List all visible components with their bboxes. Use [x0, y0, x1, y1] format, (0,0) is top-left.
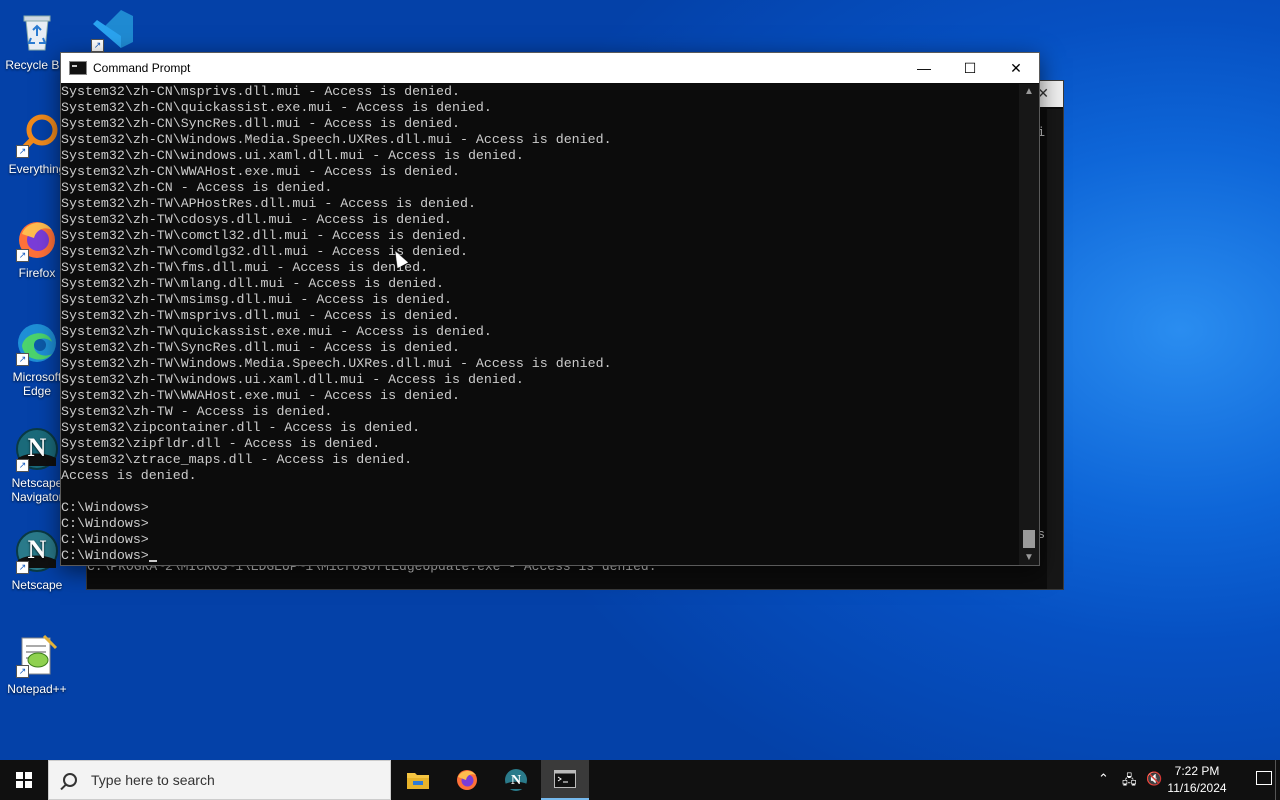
console-line: Access is denied. [61, 468, 197, 483]
console-line: System32\zh-TW\SyncRes.dll.mui - Access … [61, 340, 460, 355]
desktop-icon-vscode[interactable]: ↗ [86, 6, 138, 56]
console-output[interactable]: System32\zh-CN\msprivs.dll.mui - Access … [61, 84, 1019, 565]
scroll-up-icon[interactable]: ▲ [1019, 86, 1039, 97]
clock-date: 11/16/2024 [1167, 781, 1227, 795]
everything-icon: ↗ [14, 112, 60, 158]
search-icon [63, 773, 77, 787]
taskbar-search-box[interactable]: Type here to search [48, 760, 391, 800]
console-line: System32\zh-TW\msimsg.dll.mui - Access i… [61, 292, 452, 307]
vertical-scrollbar[interactable]: ▲ ▼ [1019, 84, 1039, 565]
close-button[interactable]: ✕ [993, 53, 1039, 83]
scrollbar-thumb[interactable] [1023, 530, 1035, 548]
shortcut-arrow-icon: ↗ [16, 561, 29, 574]
console-line: System32\zh-TW\comctl32.dll.mui - Access… [61, 228, 468, 243]
taskbar-firefox[interactable] [443, 760, 491, 800]
console-line: System32\zipcontainer.dll - Access is de… [61, 420, 421, 435]
maximize-button[interactable]: ☐ [947, 53, 993, 83]
netscape-icon: N ↗ [14, 426, 60, 472]
console-line: System32\zh-TW\quickassist.exe.mui - Acc… [61, 324, 492, 339]
desktop-icon-label: Netscape Navigator [11, 476, 63, 504]
windows-logo-icon [16, 772, 32, 788]
shortcut-arrow-icon: ↗ [16, 665, 29, 678]
svg-text:N: N [511, 773, 521, 788]
network-icon[interactable]: 🖧 [1122, 771, 1137, 793]
console-line: System32\zh-CN\windows.ui.xaml.dll.mui -… [61, 148, 524, 163]
console-line: System32\zh-TW\msprivs.dll.mui - Access … [61, 308, 460, 323]
console-line: C:\Windows> [61, 532, 149, 547]
show-desktop-button[interactable] [1275, 760, 1280, 800]
vscode-icon: ↗ [89, 6, 135, 52]
console-line: System32\zh-CN\SyncRes.dll.mui - Access … [61, 116, 460, 131]
notepad-plus-plus-icon: ↗ [14, 632, 60, 678]
taskbar: Type here to search N ⌃ 🖧 🔇 7:22 PM 11/1… [0, 760, 1280, 800]
clock[interactable]: 7:22 PM 11/16/2024 [1162, 763, 1232, 797]
taskbar-command-prompt[interactable] [541, 760, 589, 800]
system-tray: ⌃ 🖧 🔇 7:22 PM 11/16/2024 [1090, 760, 1280, 800]
window-titlebar[interactable]: Command Prompt — ☐ ✕ [61, 53, 1039, 83]
volume-muted-icon[interactable]: 🔇 [1146, 771, 1162, 787]
shortcut-arrow-icon: ↗ [16, 459, 29, 472]
console-line: System32\zh-TW\windows.ui.xaml.dll.mui -… [61, 372, 524, 387]
console-line: C:\Windows> [61, 548, 1019, 564]
desktop-icon-label: Firefox [18, 266, 56, 280]
console-line: System32\zh-TW\fms.dll.mui - Access is d… [61, 260, 429, 275]
console-line: System32\zh-TW\WWAHost.exe.mui - Access … [61, 388, 460, 403]
window-title: Command Prompt [93, 61, 191, 75]
command-prompt-icon [69, 61, 87, 75]
recycle-bin-icon [14, 8, 60, 54]
notification-icon[interactable] [1256, 771, 1272, 785]
text-cursor [148, 560, 157, 562]
firefox-icon: ↗ [14, 216, 60, 262]
svg-text:N: N [28, 535, 47, 564]
console-line: System32\zh-TW\comdlg32.dll.mui - Access… [61, 244, 468, 259]
console-line: System32\ztrace_maps.dll - Access is den… [61, 452, 413, 467]
scroll-down-icon[interactable]: ▼ [1019, 552, 1039, 563]
console-line: C:\Windows> [61, 516, 149, 531]
console-line: System32\zh-CN\msprivs.dll.mui - Access … [61, 84, 460, 99]
shortcut-arrow-icon: ↗ [16, 353, 29, 366]
netscape-icon: N [505, 769, 527, 791]
background-window-scrollbar[interactable] [1047, 109, 1063, 589]
svg-text:N: N [28, 433, 47, 462]
start-button[interactable] [0, 760, 48, 800]
desktop-icon-label: Everything [8, 162, 66, 176]
desktop-icon-notepad-plus-plus[interactable]: ↗ Notepad++ [4, 632, 70, 696]
console-line: System32\zh-TW\cdosys.dll.mui - Access i… [61, 212, 452, 227]
console-line: System32\zh-TW\Windows.Media.Speech.UXRe… [61, 356, 612, 371]
desktop-icon-label: Notepad++ [7, 682, 67, 696]
clock-time: 7:22 PM [1174, 764, 1220, 778]
console-line: System32\zh-CN\Windows.Media.Speech.UXRe… [61, 132, 612, 147]
console-line: System32\zh-CN\quickassist.exe.mui - Acc… [61, 100, 492, 115]
edge-icon: ↗ [14, 320, 60, 366]
firefox-icon [457, 770, 477, 790]
console-line: System32\zh-TW - Access is denied. [61, 404, 333, 419]
minimize-button[interactable]: — [901, 53, 947, 83]
desktop-icon-label: Microsoft Edge [12, 370, 62, 398]
desktop-icon-label: Netscape [11, 578, 63, 592]
chevron-up-icon[interactable]: ⌃ [1098, 771, 1109, 787]
console-line: System32\zh-TW\APHostRes.dll.mui - Acces… [61, 196, 476, 211]
console-line: System32\zh-CN - Access is denied. [61, 180, 333, 195]
command-prompt-icon [554, 770, 576, 788]
desktop: Recycle Bin ↗ ↗ Everything ↗ Firefox ↗ M… [0, 0, 1280, 760]
shortcut-arrow-icon: ↗ [91, 39, 104, 52]
console-line: System32\zipfldr.dll - Access is denied. [61, 436, 381, 451]
console-line: C:\Windows> [61, 500, 149, 515]
taskbar-netscape[interactable]: N [492, 760, 540, 800]
shortcut-arrow-icon: ↗ [16, 145, 29, 158]
console-line: System32\zh-TW\mlang.dll.mui - Access is… [61, 276, 445, 291]
command-prompt-window[interactable]: Command Prompt — ☐ ✕ System32\zh-CN\mspr… [60, 52, 1040, 566]
shortcut-arrow-icon: ↗ [16, 249, 29, 262]
taskbar-file-explorer[interactable] [394, 760, 442, 800]
console-line: System32\zh-CN\WWAHost.exe.mui - Access … [61, 164, 460, 179]
netscape-icon: N ↗ [14, 528, 60, 574]
folder-icon [407, 773, 429, 789]
search-placeholder: Type here to search [91, 772, 215, 788]
